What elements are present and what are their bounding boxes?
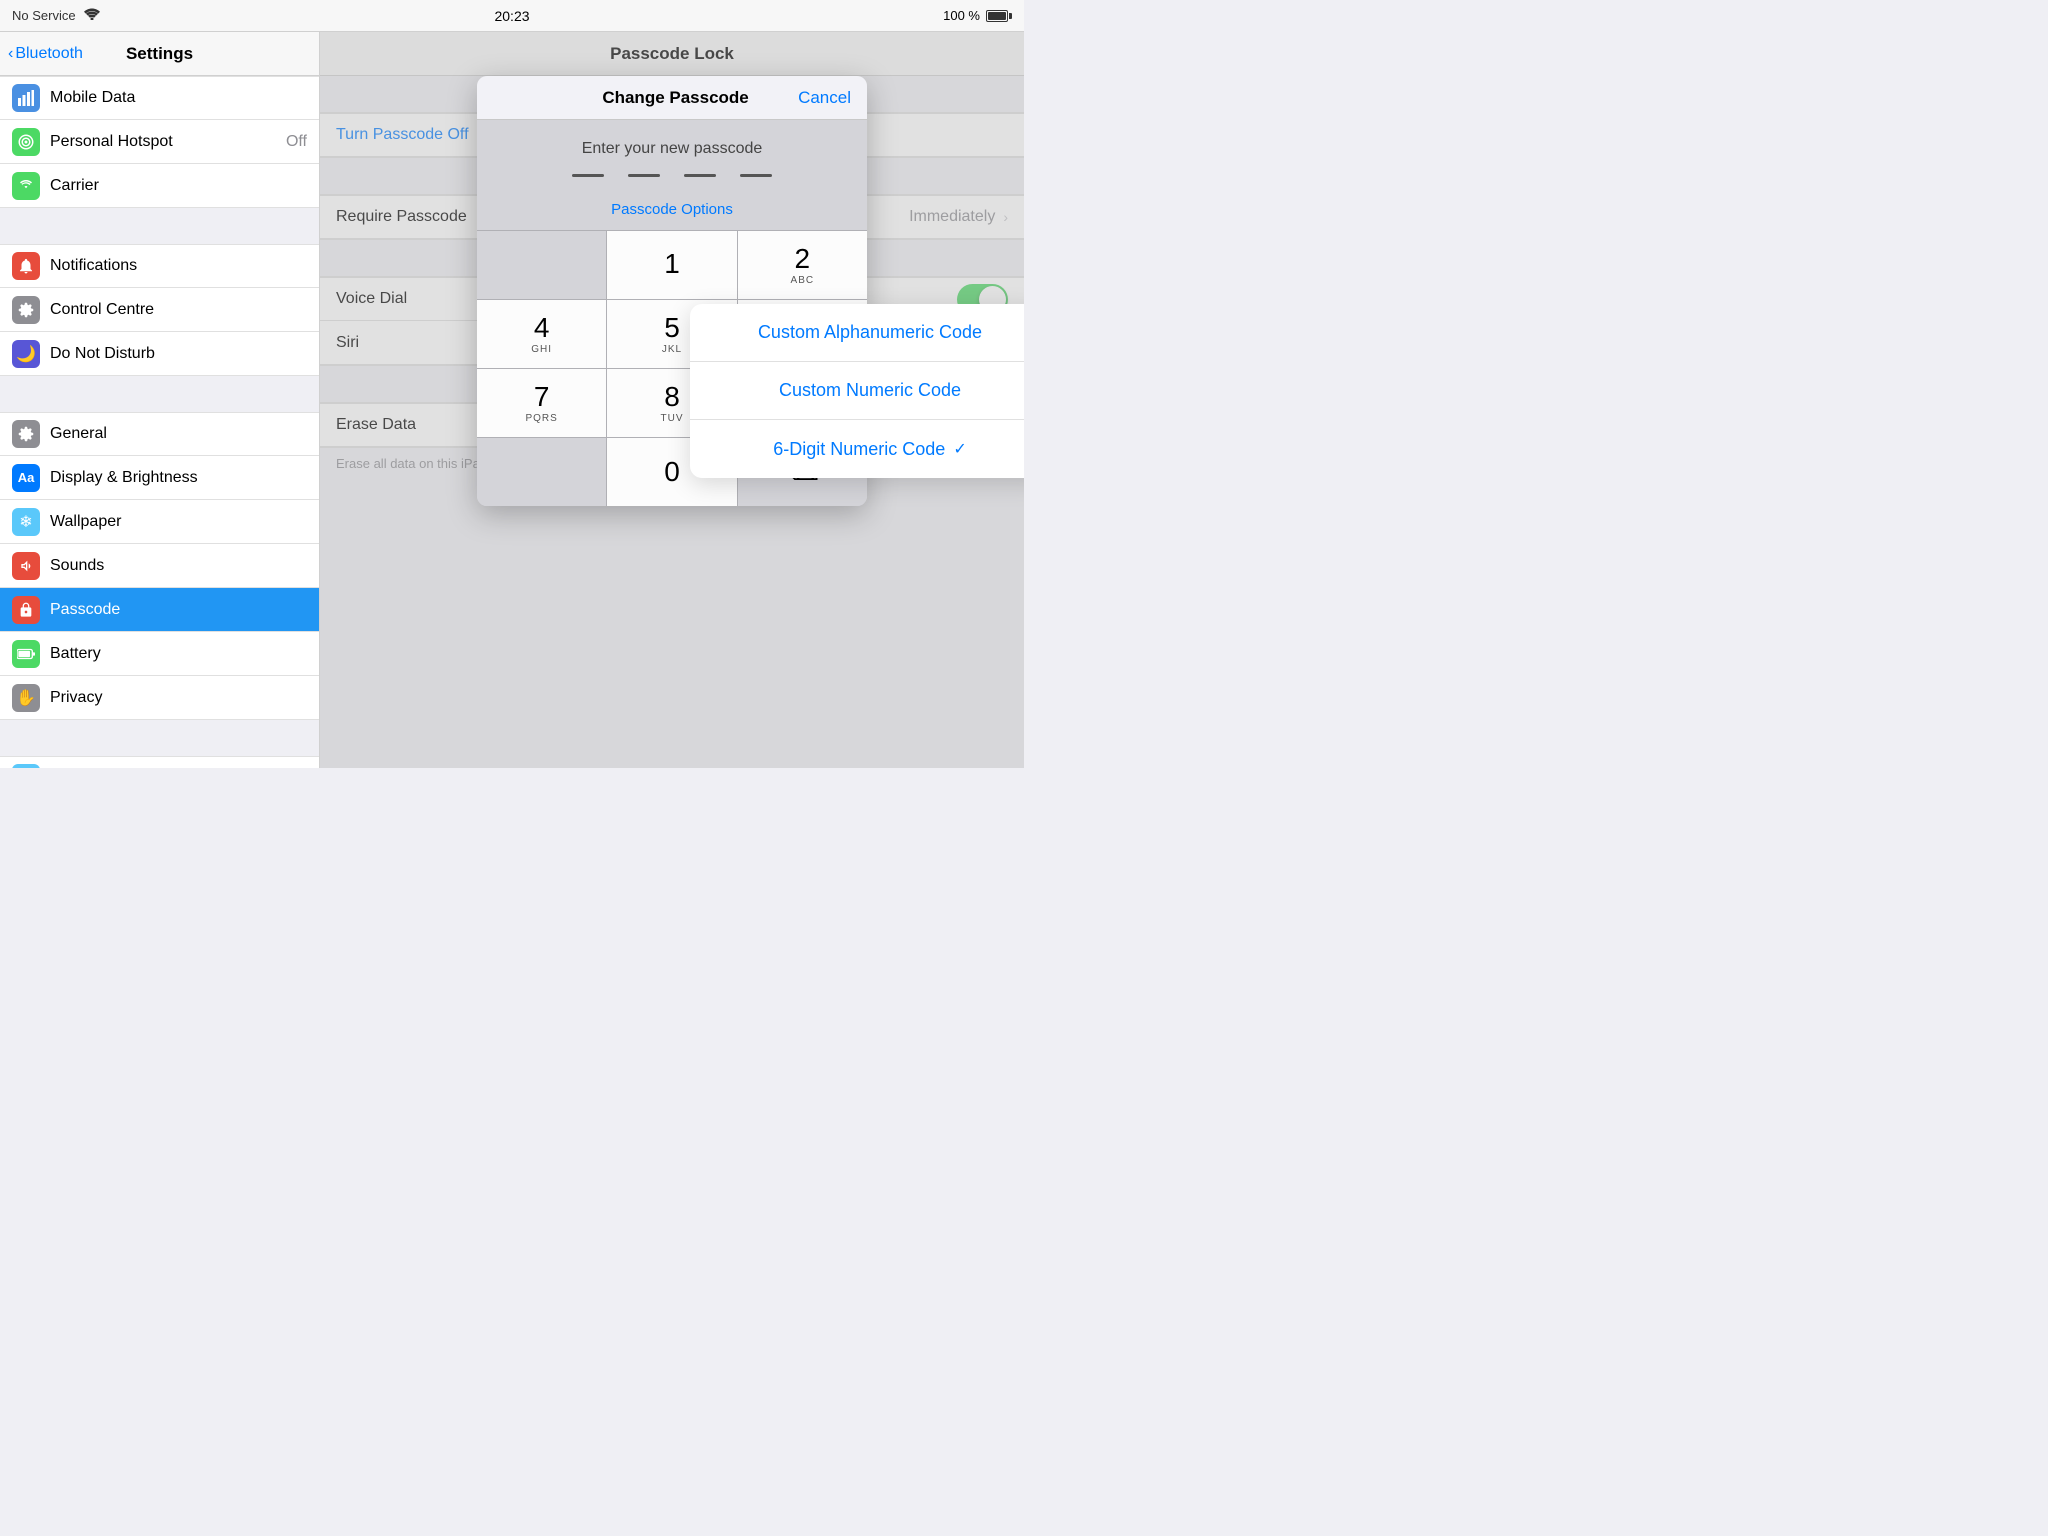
carrier-label: No Service — [12, 8, 76, 23]
general-icon — [12, 420, 40, 448]
wallpaper-label: Wallpaper — [50, 513, 307, 531]
sidebar: ‹ Bluetooth Settings Mobile Data Persona… — [0, 32, 320, 768]
passcode-options-dropdown: Custom Alphanumeric Code Custom Numeric … — [690, 304, 1024, 478]
hotspot-icon — [12, 128, 40, 156]
modal-cancel-button[interactable]: Cancel — [798, 88, 851, 108]
numpad-key-4[interactable]: 4 GHI — [477, 300, 607, 368]
numpad-key-7[interactable]: 7 PQRS — [477, 369, 607, 437]
status-left: No Service — [12, 8, 100, 23]
modal-title: Change Passcode — [602, 88, 748, 108]
sidebar-item-wallpaper[interactable]: ❄ Wallpaper — [0, 500, 319, 544]
sounds-icon — [12, 552, 40, 580]
display-icon: Aa — [12, 464, 40, 492]
display-label: Display & Brightness — [50, 469, 307, 487]
dropdown-item-alphanumeric[interactable]: Custom Alphanumeric Code — [690, 304, 1024, 362]
dnd-icon: 🌙 — [12, 340, 40, 368]
passcode-icon — [12, 596, 40, 624]
passcode-dash-4 — [740, 174, 772, 177]
mobile-data-icon — [12, 84, 40, 112]
sidebar-back-label: Bluetooth — [15, 45, 83, 63]
numeric-label: Custom Numeric Code — [779, 380, 961, 401]
battery-label: Battery — [50, 645, 307, 663]
battery-item-icon — [12, 640, 40, 668]
passcode-dash-1 — [572, 174, 604, 177]
sidebar-item-sounds[interactable]: Sounds — [0, 544, 319, 588]
dropdown-item-numeric[interactable]: Custom Numeric Code — [690, 362, 1024, 420]
modal-prompt: Enter your new passcode — [477, 140, 867, 158]
numpad-row-1: 1 2 ABC — [477, 230, 867, 299]
control-label: Control Centre — [50, 301, 307, 319]
hotspot-label: Personal Hotspot — [50, 133, 276, 151]
notifications-label: Notifications — [50, 257, 307, 275]
dropdown-item-six-digit[interactable]: 6-Digit Numeric Code ✓ — [690, 420, 1024, 478]
numpad-empty-top — [477, 231, 607, 299]
status-bar: No Service 20:23 100 % — [0, 0, 1024, 32]
wallpaper-icon: ❄ — [12, 508, 40, 536]
carrier-icon — [12, 172, 40, 200]
sidebar-item-carrier[interactable]: Carrier — [0, 164, 319, 208]
numpad-key-1[interactable]: 1 — [607, 231, 737, 299]
check-icon: ✓ — [953, 439, 966, 459]
sidebar-back-button[interactable]: ‹ Bluetooth — [8, 45, 83, 63]
sidebar-item-control-centre[interactable]: Control Centre — [0, 288, 319, 332]
sounds-label: Sounds — [50, 557, 307, 575]
notifications-icon — [12, 252, 40, 280]
sidebar-item-privacy[interactable]: ✋ Privacy — [0, 676, 319, 720]
section-gap-1 — [0, 208, 319, 244]
sidebar-item-display[interactable]: Aa Display & Brightness — [0, 456, 319, 500]
six-digit-label: 6-Digit Numeric Code — [773, 439, 945, 460]
mobile-data-label: Mobile Data — [50, 89, 307, 107]
dnd-label: Do Not Disturb — [50, 345, 307, 363]
passcode-label: Passcode — [50, 601, 307, 619]
control-icon — [12, 296, 40, 324]
battery-icon — [986, 10, 1012, 22]
alphanumeric-label: Custom Alphanumeric Code — [758, 322, 982, 343]
hotspot-value: Off — [286, 133, 307, 151]
passcode-dash-3 — [684, 174, 716, 177]
modal-header: Change Passcode Cancel — [477, 76, 867, 120]
general-label: General — [50, 425, 307, 443]
numpad-key-2[interactable]: 2 ABC — [738, 231, 867, 299]
sidebar-item-passcode[interactable]: Passcode — [0, 588, 319, 632]
main-layout: ‹ Bluetooth Settings Mobile Data Persona… — [0, 32, 1024, 768]
carrier-label-item: Carrier — [50, 177, 307, 195]
passcode-options-link[interactable]: Passcode Options — [477, 193, 867, 230]
sidebar-item-notifications[interactable]: Notifications — [0, 244, 319, 288]
sidebar-item-dnd[interactable]: 🌙 Do Not Disturb — [0, 332, 319, 376]
wifi-icon — [84, 8, 100, 23]
sidebar-section-system: Notifications Control Centre 🌙 Do Not Di… — [0, 244, 319, 376]
sidebar-item-personal-hotspot[interactable]: Personal Hotspot Off — [0, 120, 319, 164]
section-gap-2 — [0, 376, 319, 412]
icloud-icon — [12, 764, 40, 768]
sidebar-item-mobile-data[interactable]: Mobile Data — [0, 76, 319, 120]
sidebar-section-network: Mobile Data Personal Hotspot Off Carrier — [0, 76, 319, 208]
sidebar-title: Settings — [126, 44, 193, 64]
numpad-empty-bottom — [477, 438, 607, 506]
passcode-dash-2 — [628, 174, 660, 177]
battery-label: 100 % — [943, 8, 980, 23]
privacy-icon: ✋ — [12, 684, 40, 712]
section-gap-3 — [0, 720, 319, 756]
sidebar-header: ‹ Bluetooth Settings — [0, 32, 319, 76]
status-right: 100 % — [943, 8, 1012, 23]
content-area: Passcode Lock Turn Passcode Off Require … — [320, 32, 1024, 768]
passcode-dots — [477, 174, 867, 177]
status-time: 20:23 — [494, 8, 529, 24]
sidebar-item-battery[interactable]: Battery — [0, 632, 319, 676]
sidebar-section-cloud: iCloud — [0, 756, 319, 768]
privacy-label: Privacy — [50, 689, 307, 707]
sidebar-item-icloud[interactable]: iCloud — [0, 756, 319, 768]
sidebar-section-apps: General Aa Display & Brightness ❄ Wallpa… — [0, 412, 319, 720]
sidebar-item-general[interactable]: General — [0, 412, 319, 456]
